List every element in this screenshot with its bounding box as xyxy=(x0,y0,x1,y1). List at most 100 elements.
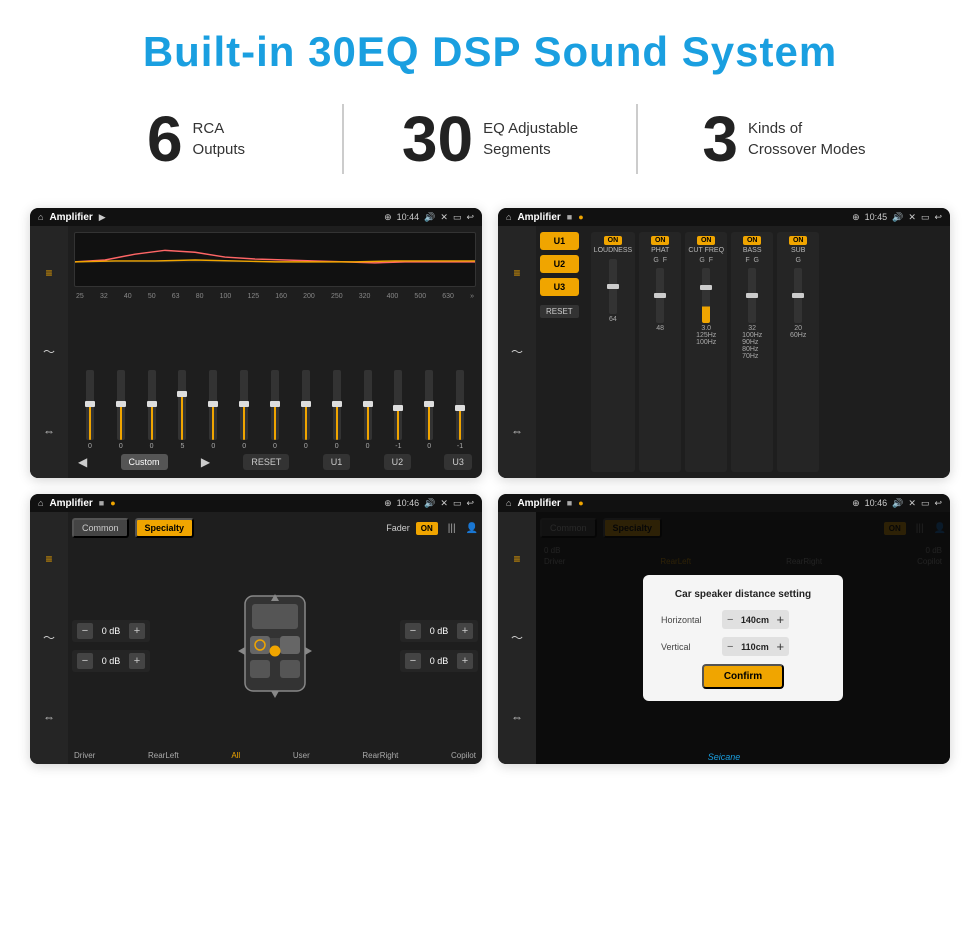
s2-window-icon: ▭ xyxy=(921,212,930,223)
statusbar-right: ⊕ 10:44 🔊 ✕ ▭ ↩ xyxy=(384,212,474,223)
ch-br: − 0 dB + xyxy=(400,650,478,672)
cutfreq-label: CUT FREQ xyxy=(688,247,724,254)
s2-balance-icon[interactable]: ⇔ xyxy=(506,420,528,442)
s2-eq-icon[interactable]: ≡ xyxy=(506,262,528,284)
u2-preset[interactable]: U2 xyxy=(540,255,579,273)
fader-on[interactable]: ON xyxy=(416,522,438,535)
bass-slider[interactable] xyxy=(748,268,756,323)
s4-eq-icon[interactable]: ≡ xyxy=(506,548,528,570)
u1-preset[interactable]: U1 xyxy=(540,232,579,250)
ch-tr-val: 0 dB xyxy=(425,626,453,636)
phat-on[interactable]: ON xyxy=(651,236,670,245)
ch-tl-val: 0 dB xyxy=(97,626,125,636)
wave-sidebar-icon[interactable]: 〜 xyxy=(38,341,60,363)
eq-slider-10[interactable]: -1 xyxy=(384,370,412,450)
s3-back-icon: ↩ xyxy=(466,498,474,509)
loudness-on[interactable]: ON xyxy=(604,236,623,245)
ch-tl-minus[interactable]: − xyxy=(77,623,93,639)
main-title: Built-in 30EQ DSP Sound System xyxy=(20,28,960,76)
u2-btn[interactable]: U2 xyxy=(384,454,412,470)
u3-preset[interactable]: U3 xyxy=(540,278,579,296)
eq-slider-0[interactable]: 0 xyxy=(76,370,104,450)
screen2-statusbar: ⌂ Amplifier ■ ● ⊕ 10:45 🔊 ✕ ▭ ↩ xyxy=(498,208,950,226)
s4-statusbar-left: ⌂ Amplifier ■ ● xyxy=(506,498,584,509)
prev-btn[interactable]: ◀ xyxy=(78,455,87,469)
eq-slider-8[interactable]: 0 xyxy=(323,370,351,450)
s4-balance-icon[interactable]: ⇔ xyxy=(506,706,528,728)
ch-tl-plus[interactable]: + xyxy=(129,623,145,639)
u1-btn[interactable]: U1 xyxy=(323,454,351,470)
ch-tr-plus[interactable]: + xyxy=(457,623,473,639)
screen3-sidebar: ≡ 〜 ⇔ xyxy=(30,512,68,764)
eq-slider-5[interactable]: 0 xyxy=(230,370,258,450)
eq-sidebar-icon[interactable]: ≡ xyxy=(38,262,60,284)
ch-br-minus[interactable]: − xyxy=(405,653,421,669)
eq-slider-12[interactable]: -1 xyxy=(446,370,474,450)
screen2: ⌂ Amplifier ■ ● ⊕ 10:45 🔊 ✕ ▭ ↩ ≡ 〜 xyxy=(498,208,950,478)
fader-bars: ||| xyxy=(448,523,456,534)
cutfreq-module: ON CUT FREQ G F 3.0 125Hz100Hz xyxy=(685,232,727,472)
play-icon: ▶ xyxy=(99,212,106,223)
u3-btn[interactable]: U3 xyxy=(444,454,472,470)
phat-slider[interactable] xyxy=(656,268,664,323)
eq-slider-2[interactable]: 0 xyxy=(138,370,166,450)
ch-bl-plus[interactable]: + xyxy=(129,653,145,669)
stat-eq: 30 EQ AdjustableSegments xyxy=(354,107,626,171)
horizontal-minus[interactable]: − xyxy=(727,614,733,626)
profile-icon: 👤 xyxy=(466,523,478,534)
stat-crossover: 3 Kinds ofCrossover Modes xyxy=(648,107,920,171)
reset-btn[interactable]: RESET xyxy=(243,454,289,470)
eq-slider-1[interactable]: 0 xyxy=(107,370,135,450)
ch-bl-minus[interactable]: − xyxy=(77,653,93,669)
s3-statusbar-right: ⊕ 10:46 🔊 ✕ ▭ ↩ xyxy=(384,498,474,509)
horizontal-plus[interactable]: + xyxy=(776,612,784,627)
cutfreq-on[interactable]: ON xyxy=(697,236,716,245)
sub-module: ON SUB G 20 60Hz xyxy=(777,232,819,472)
s2-wave-icon[interactable]: 〜 xyxy=(506,341,528,363)
copilot-label: Copilot xyxy=(451,751,476,760)
eq-slider-4[interactable]: 0 xyxy=(199,370,227,450)
eq-slider-11[interactable]: 0 xyxy=(415,370,443,450)
eq-bottom-bar: ◀ Custom ▶ RESET U1 U2 U3 xyxy=(74,450,476,472)
sub-on[interactable]: ON xyxy=(789,236,808,245)
all-label[interactable]: All xyxy=(231,751,240,760)
confirm-button[interactable]: Confirm xyxy=(702,664,784,689)
custom-btn[interactable]: Custom xyxy=(121,454,168,470)
screen3: ⌂ Amplifier ■ ● ⊕ 10:46 🔊 ✕ ▭ ↩ ≡ 〜 xyxy=(30,494,482,764)
common-tab[interactable]: Common xyxy=(72,518,129,538)
eq-sliders: 0 0 0 5 xyxy=(74,304,476,450)
next-btn[interactable]: ▶ xyxy=(201,455,210,469)
bass-on[interactable]: ON xyxy=(743,236,762,245)
ch-tr-minus[interactable]: − xyxy=(405,623,421,639)
eq-graph-svg xyxy=(75,233,475,286)
s4-wave-icon[interactable]: 〜 xyxy=(506,627,528,649)
eq-slider-3[interactable]: 5 xyxy=(169,370,197,450)
specialty-tab[interactable]: Specialty xyxy=(135,518,195,538)
screen2-body: ≡ 〜 ⇔ U1 U2 U3 RESET xyxy=(498,226,950,478)
vertical-plus[interactable]: + xyxy=(776,639,784,654)
s2-statusbar-left: ⌂ Amplifier ■ ● xyxy=(506,212,584,223)
ch-tl: − 0 dB + xyxy=(72,620,150,642)
loudness-slider[interactable] xyxy=(609,259,617,314)
screen4-sidebar: ≡ 〜 ⇔ xyxy=(498,512,536,764)
eq-slider-6[interactable]: 0 xyxy=(261,370,289,450)
eq-slider-7[interactable]: 0 xyxy=(292,370,320,450)
balance-sidebar-icon[interactable]: ⇔ xyxy=(38,420,60,442)
s4-location-icon: ⊕ xyxy=(852,498,860,509)
sub-slider[interactable] xyxy=(794,268,802,323)
screen1-title: Amplifier xyxy=(49,212,92,223)
s3-wave-icon[interactable]: 〜 xyxy=(38,627,60,649)
fader-label: Fader xyxy=(386,523,410,533)
vertical-minus[interactable]: − xyxy=(727,641,733,653)
s2-reset-btn[interactable]: RESET xyxy=(540,305,579,318)
s3-window-icon: ▭ xyxy=(453,498,462,509)
screen4-title: Amplifier xyxy=(517,498,560,509)
eq-graph xyxy=(74,232,476,287)
eq-slider-9[interactable]: 0 xyxy=(354,370,382,450)
ch-br-plus[interactable]: + xyxy=(457,653,473,669)
screen2-wrapper: ⌂ Amplifier ■ ● ⊕ 10:45 🔊 ✕ ▭ ↩ ≡ 〜 xyxy=(498,208,950,478)
cutfreq-slider[interactable] xyxy=(702,268,710,323)
s3-balance-icon[interactable]: ⇔ xyxy=(38,706,60,728)
s3-eq-icon[interactable]: ≡ xyxy=(38,548,60,570)
loudness-val: 64 xyxy=(609,316,617,323)
